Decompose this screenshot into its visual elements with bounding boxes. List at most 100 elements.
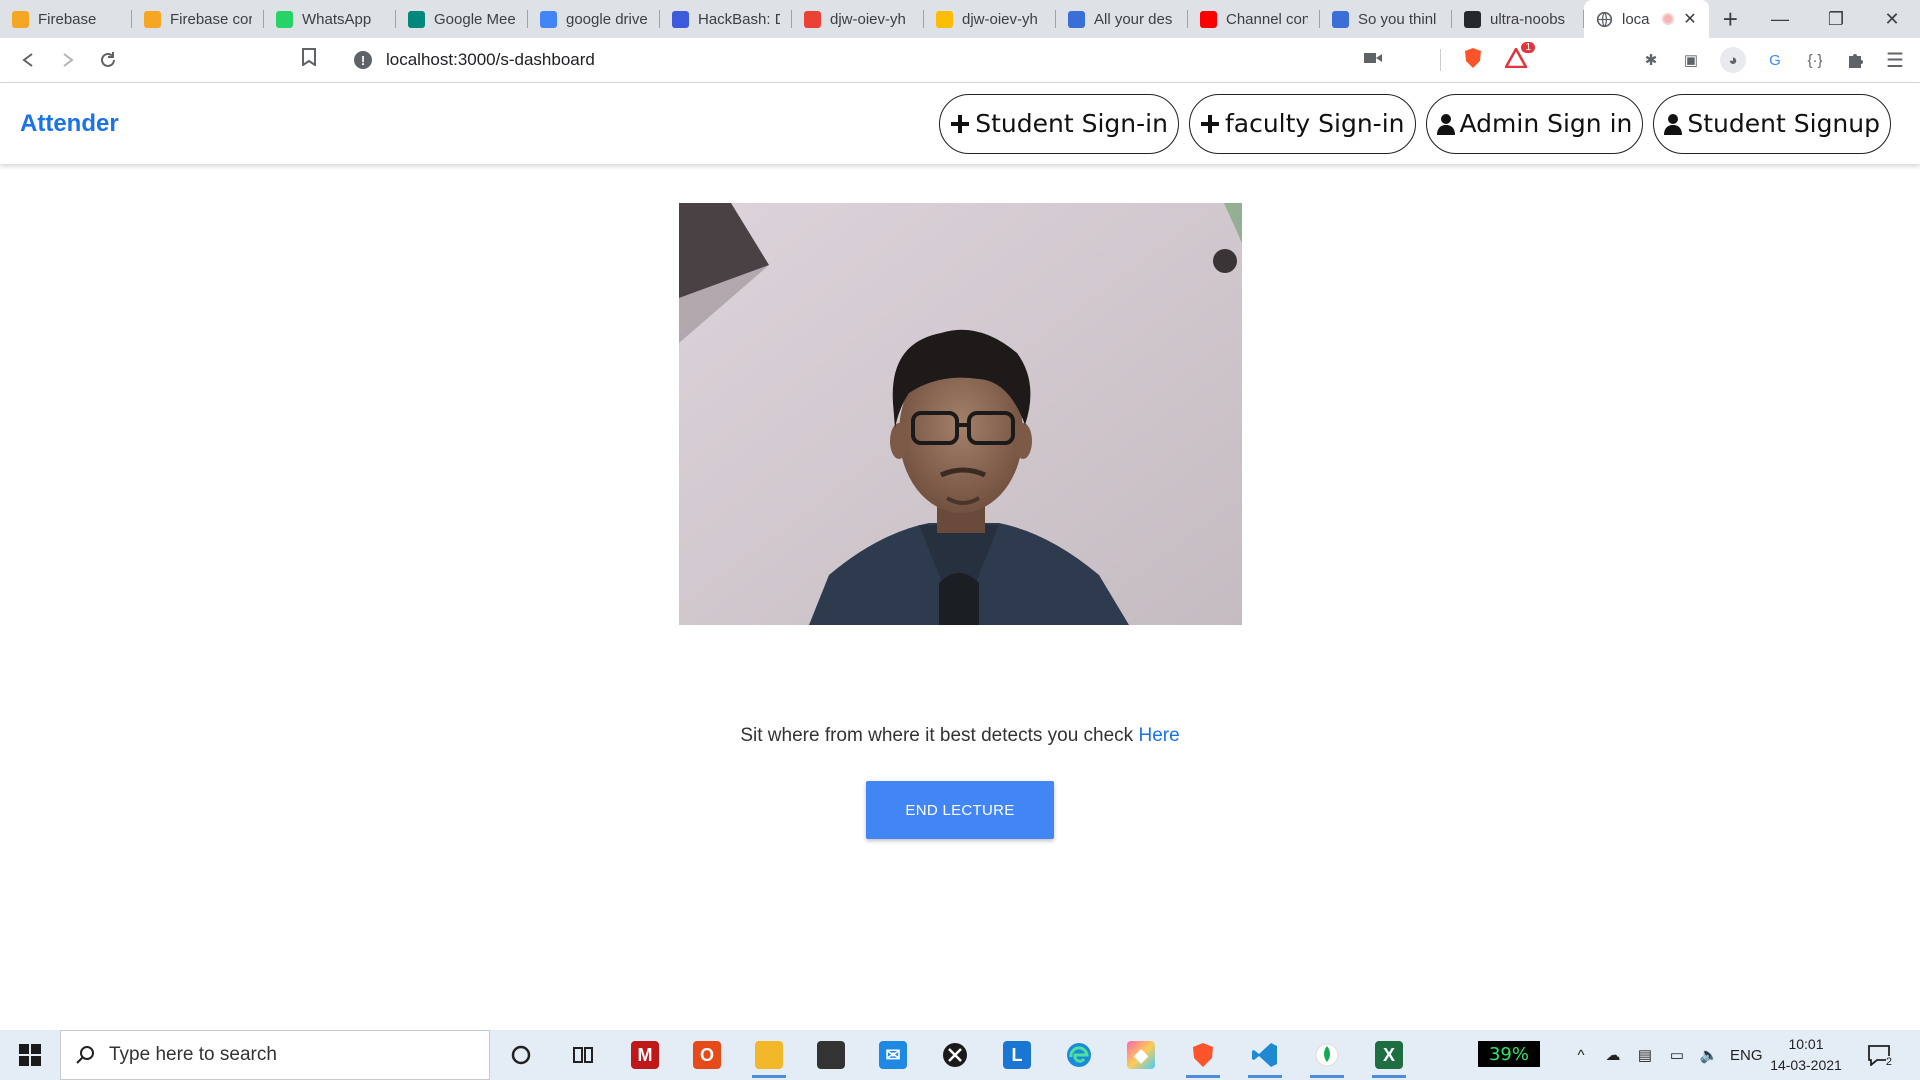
url-text: localhost:3000/s-dashboard [386, 50, 595, 69]
camera-in-use-icon[interactable] [1364, 51, 1382, 69]
here-link[interactable]: Here [1138, 725, 1179, 746]
plus-icon [950, 114, 972, 134]
end-lecture-button[interactable]: END LECTURE [866, 781, 1054, 839]
system-tray: ^ ☁ ▤ ▭ 🔈 ENG [1570, 1030, 1763, 1080]
tab-title: HackBash: D [698, 10, 780, 28]
l-app-icon[interactable]: L [986, 1030, 1048, 1080]
back-button[interactable] [8, 42, 48, 78]
site-info-icon[interactable]: ! [354, 51, 372, 69]
xbox-icon[interactable] [924, 1030, 986, 1080]
recording-indicator-icon [1662, 13, 1675, 25]
restore-button[interactable]: ❐ [1808, 0, 1864, 38]
faculty-sign-in-button[interactable]: faculty Sign-in [1188, 93, 1416, 154]
window-controls: — ❐ ✕ [1752, 0, 1920, 38]
bookmark-icon[interactable] [302, 48, 316, 72]
reload-button[interactable] [88, 42, 128, 78]
close-window-button[interactable]: ✕ [1864, 0, 1920, 38]
gitkraken-icon[interactable]: ◆ [1110, 1030, 1172, 1080]
battery-meter[interactable]: 39% [1478, 1041, 1540, 1067]
start-button[interactable] [0, 1030, 60, 1080]
menu-icon[interactable]: ☰ [1884, 49, 1906, 72]
puzzle-extensions-icon[interactable] [1844, 49, 1866, 71]
office-icon[interactable]: O [676, 1030, 738, 1080]
mongodb-icon[interactable] [1296, 1030, 1358, 1080]
json-extension-icon[interactable]: {·} [1804, 49, 1826, 71]
search-icon [76, 1046, 94, 1064]
tab-title: Channel con [1226, 10, 1308, 28]
tab-title: google drive [566, 10, 648, 28]
notification-center-icon[interactable]: 2 [1864, 1040, 1894, 1070]
extensions-area: ✱ ▣ ◕ G {·} ☰ [1640, 47, 1906, 73]
mail-icon[interactable]: ✉ [862, 1030, 924, 1080]
brave-icons: 1 [1440, 41, 1535, 74]
brand-logo[interactable]: Attender [20, 110, 119, 138]
tab-8[interactable]: All your des [1056, 0, 1188, 38]
forward-button[interactable] [48, 42, 88, 78]
student-signup-button[interactable]: Student Signup [1653, 93, 1891, 154]
store-icon[interactable] [800, 1030, 862, 1080]
cortana-icon[interactable] [490, 1030, 552, 1080]
tab-7[interactable]: djw-oiev-yh [924, 0, 1056, 38]
chevron-up-icon[interactable]: ^ [1570, 1047, 1592, 1064]
excel-icon[interactable]: X [1358, 1030, 1420, 1080]
tab-4[interactable]: google drive [528, 0, 660, 38]
whatsapp-icon [276, 10, 293, 28]
new-tab-button[interactable]: + [1709, 0, 1752, 38]
nav-button-label: Admin Sign in [1459, 109, 1633, 138]
tab-5[interactable]: HackBash: D [660, 0, 792, 38]
profile-extension-icon[interactable]: ◕ [1720, 47, 1746, 73]
globe-icon [1596, 11, 1613, 28]
tab-title: djw-oiev-yh [962, 10, 1038, 28]
brave-rewards-icon[interactable]: 1 [1503, 41, 1535, 73]
browser-tab-strip: Firebase Firebase cor WhatsApp Google Mee go… [0, 0, 1920, 38]
windows-logo-icon [19, 1044, 41, 1066]
youtube-icon [1200, 10, 1217, 28]
google-drive-icon [936, 10, 953, 28]
nav-button-label: Student Signup [1687, 109, 1880, 138]
nav-button-label: Student Sign-in [975, 109, 1168, 138]
tab-2[interactable]: WhatsApp [264, 0, 396, 38]
hackbash-icon [672, 10, 689, 28]
google-icon [540, 10, 557, 28]
google-meet-icon [408, 10, 425, 28]
bug-extension-icon[interactable]: ✱ [1640, 49, 1662, 71]
onedrive-icon[interactable]: ☁ [1602, 1046, 1624, 1064]
tab-10[interactable]: So you thinl [1320, 0, 1452, 38]
network-icon[interactable]: ▤ [1634, 1046, 1656, 1064]
tab-3[interactable]: Google Mee [396, 0, 528, 38]
volume-icon[interactable]: 🔈 [1698, 1046, 1720, 1064]
file-explorer-icon[interactable] [738, 1030, 800, 1080]
student-sign-in-button[interactable]: Student Sign-in [939, 93, 1179, 154]
tab-11[interactable]: ultra-noobs [1452, 0, 1584, 38]
github-icon [1464, 10, 1481, 28]
brave-taskbar-icon[interactable] [1172, 1030, 1234, 1080]
plus-icon [1200, 114, 1222, 134]
tab-9[interactable]: Channel con [1188, 0, 1320, 38]
tab-6[interactable]: djw-oiev-yh [792, 0, 924, 38]
translate-extension-icon[interactable]: G [1764, 49, 1786, 71]
nav-button-label: faculty Sign-in [1224, 109, 1405, 138]
tab-active[interactable]: loca ✕ [1584, 0, 1709, 38]
screenshot-extension-icon[interactable]: ▣ [1680, 49, 1702, 71]
gmail-icon [804, 10, 821, 28]
browser-toolbar: ! localhost:3000/s-dashboard 1 ✱ ▣ ◕ G {… [0, 38, 1920, 83]
tab-1[interactable]: Firebase cor [132, 0, 264, 38]
notification-count: 2 [1885, 1056, 1892, 1068]
language-indicator[interactable]: ENG [1730, 1047, 1763, 1064]
close-tab-icon[interactable]: ✕ [1683, 9, 1696, 29]
edge-icon[interactable] [1048, 1030, 1110, 1080]
brave-shield-icon[interactable] [1463, 47, 1483, 74]
battery-icon[interactable]: ▭ [1666, 1046, 1688, 1064]
user-icon [1436, 113, 1457, 135]
task-view-icon[interactable] [552, 1030, 614, 1080]
minimize-button[interactable]: — [1752, 0, 1808, 38]
taskbar-clock[interactable]: 10:01 14-03-2021 [1760, 1034, 1852, 1076]
address-bar[interactable]: ! localhost:3000/s-dashboard [342, 42, 1382, 78]
taskbar-search-box[interactable]: Type here to search [60, 1030, 490, 1080]
tab-0[interactable]: Firebase [0, 0, 132, 38]
mcafee-icon[interactable]: M [614, 1030, 676, 1080]
clock-date: 14-03-2021 [1770, 1057, 1842, 1073]
admin-sign-in-button[interactable]: Admin Sign in [1425, 93, 1644, 154]
tab-title: WhatsApp [302, 10, 372, 28]
vscode-icon[interactable] [1234, 1030, 1296, 1080]
